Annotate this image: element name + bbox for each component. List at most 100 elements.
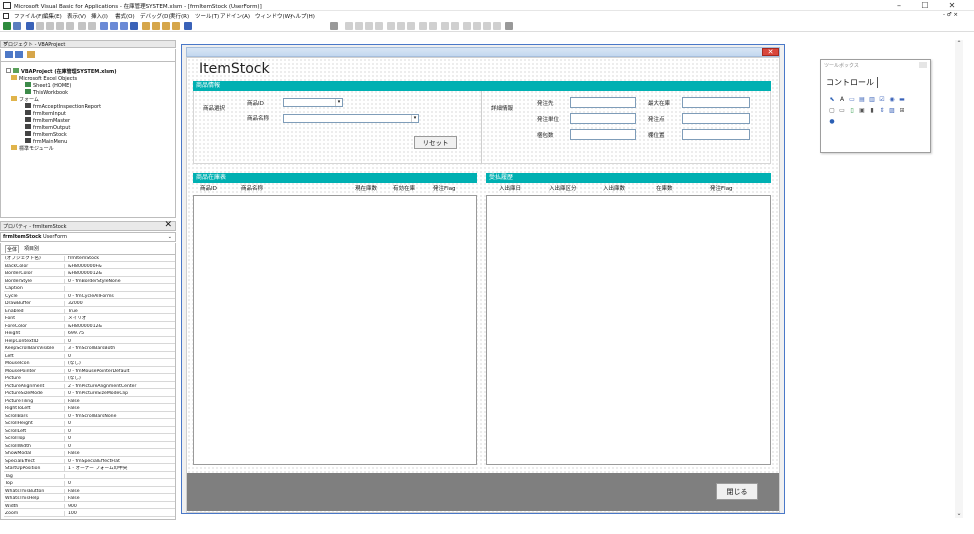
- menu-debug[interactable]: デバッグ(D): [140, 12, 171, 20]
- toolbox-icon[interactable]: [172, 22, 180, 30]
- property-row[interactable]: SpecialEffect 0 - fmSpecialEffectFlat: [4, 458, 175, 465]
- property-row[interactable]: Caption: [4, 286, 175, 292]
- menu-format[interactable]: 書式(O): [115, 12, 135, 20]
- property-row[interactable]: ScrollBars 0 - fmScrollBarsNone: [4, 413, 175, 420]
- property-row[interactable]: ForeColor &H80000012&: [4, 323, 175, 330]
- tree-node-forms[interactable]: フォーム: [11, 96, 39, 103]
- property-row[interactable]: PictureSizeMode 0 - fmPictureSizeModeClip: [4, 391, 175, 397]
- inner-window-controls[interactable]: - ♂ ×: [943, 12, 958, 18]
- property-value[interactable]: 2 - fmPictureAlignmentCenter: [68, 384, 173, 390]
- property-value[interactable]: 0 - fmBorderStyleNone: [68, 279, 173, 285]
- order-unit-textbox[interactable]: [570, 113, 636, 124]
- chevron-down-icon[interactable]: ⌄: [168, 234, 172, 240]
- center-icon[interactable]: [397, 22, 405, 30]
- property-value[interactable]: 0: [68, 421, 173, 427]
- property-value[interactable]: 0 - fmPictureSizeModeClip: [68, 391, 173, 397]
- property-value[interactable]: 0 - fmScrollBarsNone: [68, 414, 173, 420]
- tool-refedit-icon[interactable]: ⊞: [898, 107, 906, 114]
- property-value[interactable]: 0: [68, 354, 173, 360]
- reset-icon[interactable]: [120, 22, 128, 30]
- property-value[interactable]: (なし): [68, 376, 173, 382]
- property-row[interactable]: MouseIcon (なし): [4, 361, 175, 367]
- tree-node-frmmainmenu[interactable]: frmMainMenu: [25, 138, 67, 145]
- property-row[interactable]: ScrollWidth 0: [4, 443, 175, 450]
- stock-listbox[interactable]: [193, 195, 477, 465]
- tool-listbox-icon[interactable]: ▥: [868, 96, 876, 103]
- property-row[interactable]: DrawBuffer 32000: [4, 301, 175, 307]
- property-row[interactable]: BackColor &H8000000F&: [4, 263, 175, 270]
- property-row[interactable]: (オブジェクト名) frmItemStock: [4, 256, 175, 262]
- property-row[interactable]: WhatsThisHelp False: [4, 496, 175, 502]
- designer-vertical-scrollbar[interactable]: ⌃ ⌄: [955, 40, 963, 518]
- property-row[interactable]: BorderStyle 0 - fmBorderStyleNone: [4, 278, 175, 285]
- property-row[interactable]: RightToLeft False: [4, 406, 175, 412]
- tool-globe-icon[interactable]: ●: [828, 118, 836, 125]
- property-value[interactable]: 32000: [68, 301, 173, 307]
- menu-tools[interactable]: ツール(T): [195, 12, 219, 20]
- property-value[interactable]: &H80000012&: [68, 324, 173, 330]
- tree-node-frmitemstock[interactable]: frmItemStock: [25, 131, 67, 138]
- chevron-down-icon[interactable]: ▾: [335, 99, 342, 106]
- tree-node-frmitemoutput[interactable]: frmItemOutput: [25, 124, 70, 131]
- outdent-icon[interactable]: [429, 22, 437, 30]
- property-value[interactable]: (なし): [68, 361, 173, 367]
- tool-textbox-icon[interactable]: ▭: [848, 96, 856, 103]
- tree-node-frmitemmaster[interactable]: frmItemMaster: [25, 117, 70, 124]
- property-value[interactable]: False: [68, 406, 173, 412]
- bookmark-icon[interactable]: [463, 22, 471, 30]
- history-listbox[interactable]: [486, 195, 771, 465]
- view-object-icon[interactable]: [15, 51, 23, 58]
- clear-bookmarks-icon[interactable]: [493, 22, 501, 30]
- ungroup-icon[interactable]: [375, 22, 383, 30]
- property-value[interactable]: 1 - オーナー フォームの中央: [68, 466, 173, 472]
- properties-window-icon[interactable]: [152, 22, 160, 30]
- property-value[interactable]: frmItemStock: [68, 256, 173, 262]
- userform-close-icon[interactable]: ✕: [762, 48, 779, 56]
- tool-image-icon[interactable]: ▨: [888, 107, 896, 114]
- toggle-folders-icon[interactable]: [27, 51, 35, 58]
- property-row[interactable]: Enabled True: [4, 308, 175, 315]
- tab-categorized[interactable]: 項目別: [23, 245, 40, 252]
- menu-window[interactable]: ウィンドウ(W): [255, 12, 292, 20]
- properties-object-selector[interactable]: frmItemStock UserForm ⌄: [0, 232, 176, 242]
- property-value[interactable]: 0: [68, 339, 173, 345]
- property-row[interactable]: Cycle 0 - fmCycleAllForms: [4, 293, 175, 300]
- menu-insert[interactable]: 挿入(I): [91, 12, 108, 20]
- property-row[interactable]: ScrollTop 0: [4, 436, 175, 442]
- property-value[interactable]: 3 - fmScrollBarsBoth: [68, 346, 173, 352]
- tool-multipage-icon[interactable]: ▣: [858, 107, 866, 114]
- property-row[interactable]: PictureTiling False: [4, 398, 175, 405]
- run-icon[interactable]: [100, 22, 108, 30]
- minimize-button[interactable]: –: [888, 0, 910, 11]
- property-value[interactable]: 0 - fmCycleAllForms: [68, 294, 173, 300]
- tool-scrollbar-icon[interactable]: ▮: [868, 107, 876, 114]
- tool-combobox-icon[interactable]: ▤: [858, 96, 866, 103]
- paste-icon[interactable]: [56, 22, 64, 30]
- menu-addins[interactable]: アドイン(A): [220, 12, 250, 20]
- tree-node-standard-modules[interactable]: 標準モジュール: [11, 145, 54, 152]
- tool-commandbutton-icon[interactable]: ▭: [838, 107, 846, 114]
- close-form-button[interactable]: 閉じる: [716, 483, 758, 500]
- cut-icon[interactable]: [36, 22, 44, 30]
- tab-alphabetic[interactable]: 全体: [5, 245, 20, 253]
- tool-spinbutton-icon[interactable]: ⇕: [878, 107, 886, 114]
- view-code-icon[interactable]: [5, 51, 13, 58]
- project-pane-close-icon[interactable]: ✕: [3, 41, 173, 47]
- order-destination-textbox[interactable]: [570, 97, 636, 108]
- tool-pointer-icon[interactable]: ⬉: [828, 96, 836, 103]
- menu-edit[interactable]: 編集(E): [43, 12, 62, 20]
- comment-block-icon[interactable]: [441, 22, 449, 30]
- object-browser-icon[interactable]: [162, 22, 170, 30]
- undo-icon[interactable]: [78, 22, 86, 30]
- next-bookmark-icon[interactable]: [473, 22, 481, 30]
- property-row[interactable]: ShowModal False: [4, 451, 175, 457]
- copy-icon[interactable]: [46, 22, 54, 30]
- break-icon[interactable]: [110, 22, 118, 30]
- property-value[interactable]: 699.75: [68, 331, 173, 337]
- tree-node-sheet1[interactable]: Sheet1 (HOME): [25, 82, 71, 89]
- toolbox-tab-controls[interactable]: コントロール: [826, 77, 878, 88]
- property-value[interactable]: &H8000000F&: [68, 264, 173, 270]
- property-value[interactable]: 100: [68, 511, 173, 517]
- property-row[interactable]: ScrollLeft 0: [4, 428, 175, 435]
- tool-checkbox-icon[interactable]: ☑: [878, 96, 886, 103]
